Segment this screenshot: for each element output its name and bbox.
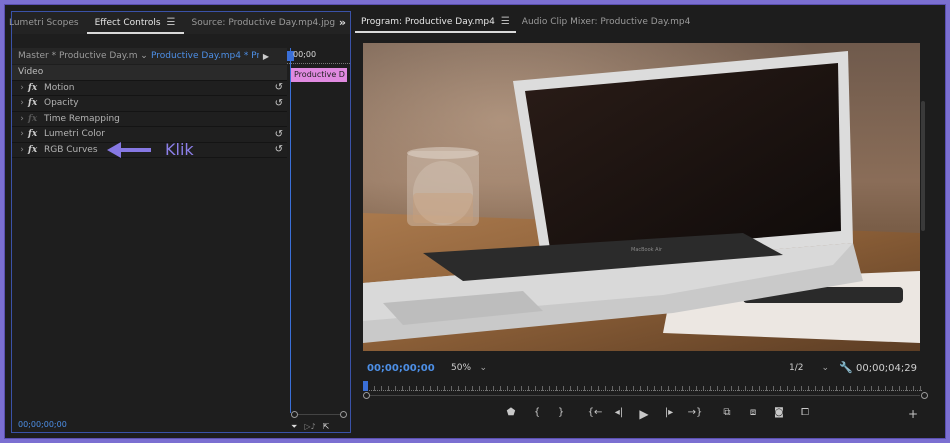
go-to-out-icon[interactable]: →} <box>687 407 703 418</box>
play-triangle-icon[interactable]: ▶ <box>259 52 273 61</box>
play-only-audio-icon[interactable]: ▷♪ <box>304 422 315 432</box>
app-frame: Lumetri Scopes Effect Controls ☰ Source: … <box>4 4 946 439</box>
tab-lumetri-scopes[interactable]: Lumetri Scopes <box>9 12 87 34</box>
reset-icon[interactable]: ↺ <box>275 98 283 109</box>
program-scrub-bar[interactable] <box>363 381 928 399</box>
duration-timecode: 00;00;04;29 <box>855 363 917 374</box>
chevron-down-icon: ⌄ <box>479 363 487 373</box>
vertical-scrollbar[interactable] <box>921 101 925 231</box>
sequence-clip-link[interactable]: Productive Day.mp4 * Pro... <box>151 51 259 61</box>
comparison-icon[interactable]: ⧠ <box>797 407 813 418</box>
reset-icon[interactable]: ↺ <box>275 82 283 93</box>
overwrite-icon[interactable]: ⧈ <box>745 407 761 418</box>
timeline-ruler[interactable] <box>287 60 350 64</box>
effect-row-motion[interactable]: › fx Motion ↺ <box>12 80 287 96</box>
panel-menu-icon[interactable]: ☰ <box>167 12 176 34</box>
fx-toggle-icon[interactable]: fx <box>28 98 42 108</box>
chevron-down-icon: ⌄ <box>821 363 829 373</box>
chevron-right-icon[interactable]: › <box>16 114 28 124</box>
zoom-level-select[interactable]: 50% ⌄ <box>447 361 491 376</box>
program-monitor-panel: Program: Productive Day.mp4 ☰ Audio Clip … <box>355 11 941 433</box>
play-icon[interactable]: ▶ <box>636 407 652 421</box>
effect-name: Opacity <box>44 98 79 109</box>
step-forward-icon[interactable]: |▸ <box>661 407 677 418</box>
fx-toggle-icon[interactable]: fx <box>28 145 42 155</box>
chevron-right-icon[interactable]: › <box>16 145 28 155</box>
tab-effect-controls[interactable]: Effect Controls ☰ <box>86 12 184 34</box>
go-to-in-icon[interactable]: {← <box>587 407 603 418</box>
scrub-zoom-track[interactable] <box>365 395 920 396</box>
scrub-playhead[interactable] <box>363 381 368 391</box>
timeline-zoom-bar[interactable] <box>291 411 347 422</box>
chevron-right-icon[interactable]: › <box>16 98 28 108</box>
effect-row-opacity[interactable]: › fx Opacity ↺ <box>12 96 287 112</box>
timeline-tools: ⏷ ▷♪ ⇱ <box>291 422 329 432</box>
video-section-header: Video <box>12 65 287 81</box>
double-chevron-right-icon[interactable]: » <box>339 16 346 29</box>
tab-audio-clip-mixer[interactable]: Audio Clip Mixer: Productive Day.mp4 <box>516 11 697 33</box>
reset-icon[interactable]: ↺ <box>275 144 283 155</box>
tab-label: Program: Productive Day.mp4 <box>361 17 495 27</box>
section-label: Video <box>18 67 44 78</box>
tab-source[interactable]: Source: Productive Day.mp4.jpg <box>184 12 344 34</box>
resolution-value: 1/2 <box>789 363 804 373</box>
fx-toggle-icon[interactable]: fx <box>28 129 42 139</box>
zoom-handle-right[interactable] <box>340 411 347 418</box>
playhead-line <box>290 48 291 413</box>
program-tabs: Program: Productive Day.mp4 ☰ Audio Clip … <box>355 11 941 33</box>
insert-icon[interactable]: ⧉ <box>719 407 735 418</box>
program-video-frame[interactable]: MacBook Air <box>363 43 920 351</box>
reset-icon[interactable]: ↺ <box>275 129 283 140</box>
timeline-clip[interactable]: Productive D <box>291 68 347 82</box>
effect-name: Lumetri Color <box>44 129 105 140</box>
effect-name: Motion <box>44 82 75 93</box>
filter-icon[interactable]: ⏷ <box>291 422 297 432</box>
mini-timeline: 00;00 Productive D ⏷ ▷♪ ⇱ <box>287 48 350 432</box>
annotation-text: Klik <box>165 140 194 159</box>
tab-label: Effect Controls <box>94 18 161 28</box>
chevron-right-icon[interactable]: › <box>16 129 28 139</box>
laptop-logo-text: MacBook Air <box>631 247 663 253</box>
panel-tabs: Lumetri Scopes Effect Controls ☰ Source: … <box>9 12 350 34</box>
effect-controls-panel: Lumetri Scopes Effect Controls ☰ Source: … <box>9 11 351 433</box>
fx-toggle-icon[interactable]: fx <box>28 83 42 93</box>
zoom-handle-left[interactable] <box>291 411 298 418</box>
arrow-shaft <box>121 147 151 152</box>
effect-name: Time Remapping <box>44 113 120 124</box>
effect-name: RGB Curves <box>44 144 98 155</box>
chevron-down-icon[interactable]: ⌄ <box>137 51 151 61</box>
clip-selector-bar: Master * Productive Day.mp4... ⌄ Product… <box>12 48 287 64</box>
step-back-icon[interactable]: ◂| <box>611 407 627 418</box>
transport-controls: ⬟ { } {← ◂| ▶ |▸ →} ⧉ ⧈ ◙ ⧠ + <box>355 407 941 425</box>
laptop-on-table-image: MacBook Air <box>363 43 920 351</box>
chevron-right-icon[interactable]: › <box>16 83 28 93</box>
scrub-ruler[interactable] <box>367 383 922 391</box>
tab-program[interactable]: Program: Productive Day.mp4 ☰ <box>355 11 516 33</box>
playback-resolution-select[interactable]: 1/2 ⌄ <box>783 361 833 376</box>
wrench-settings-icon[interactable]: 🔧 <box>839 361 853 374</box>
zoom-value: 50% <box>451 363 472 373</box>
arrow-left-icon <box>107 141 121 158</box>
monitor-controls-row: 00;00;00;00 50% ⌄ 1/2 ⌄ 🔧 00;00;04;29 <box>355 361 941 377</box>
zoom-handle-left[interactable] <box>363 392 370 399</box>
master-clip-label[interactable]: Master * Productive Day.mp4... <box>12 51 137 61</box>
marker-icon[interactable]: ⬟ <box>503 407 519 418</box>
fx-toggle-icon: fx <box>28 113 38 124</box>
current-time-readout[interactable]: 00;00;00;00 <box>18 420 67 429</box>
out-point-icon[interactable]: } <box>553 407 569 418</box>
click-annotation: Klik <box>107 140 194 159</box>
timeline-time: 00;00 <box>293 50 317 59</box>
export-icon[interactable]: ⇱ <box>323 422 330 432</box>
playhead-timecode[interactable]: 00;00;00;00 <box>367 363 435 374</box>
zoom-handle-right[interactable] <box>921 392 928 399</box>
in-point-icon[interactable]: { <box>529 407 545 418</box>
panel-menu-icon[interactable]: ☰ <box>501 11 510 33</box>
effect-row-time-remapping[interactable]: › fx Time Remapping <box>12 111 287 127</box>
camera-icon[interactable]: ◙ <box>771 407 787 418</box>
add-button-icon[interactable]: + <box>905 407 921 421</box>
